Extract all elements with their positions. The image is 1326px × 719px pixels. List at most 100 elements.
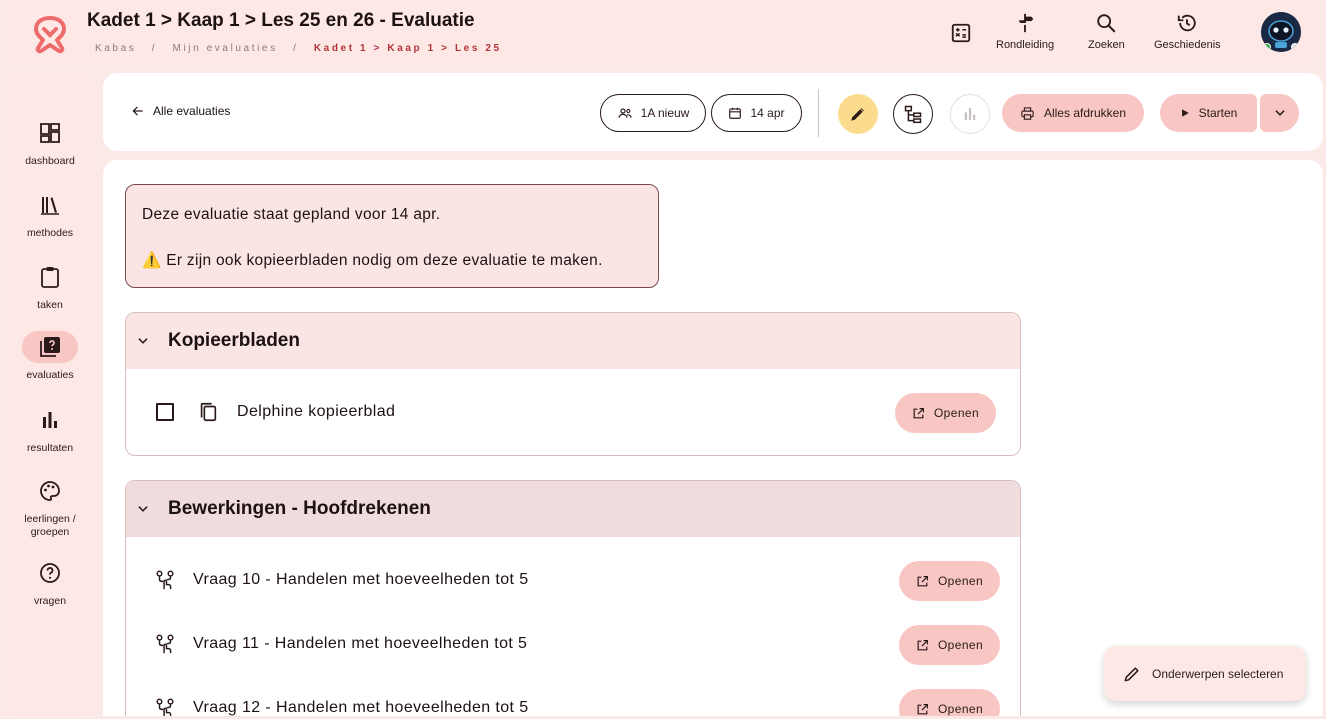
search-icon <box>1097 14 1116 33</box>
chevron-down-icon <box>138 506 148 512</box>
sidebar-item-methodes[interactable]: methodes <box>6 189 94 240</box>
sidebar-item-label: resultaten <box>26 442 74 454</box>
robot-avatar-icon <box>1261 12 1301 52</box>
schedule-notice: Deze evaluatie staat gepland voor 14 apr… <box>125 184 659 288</box>
start-options-dropdown[interactable] <box>1260 94 1299 132</box>
date-selector-button[interactable]: 14 apr <box>711 94 802 132</box>
breadcrumb: Kabas / Mijn evaluaties / Kadet 1 > Kaap… <box>95 43 502 54</box>
breadcrumb-root[interactable]: Kabas <box>95 43 136 54</box>
arrow-left-icon <box>132 106 143 116</box>
section-kopieerbladen: Kopieerbladen Delphine kopieerblad Opene… <box>125 312 1021 456</box>
item-label: Vraag 10 - Handelen met hoeveelheden tot… <box>193 571 529 588</box>
sidebar-item-label: evaluaties <box>26 369 74 381</box>
page-title: Kadet 1 > Kaap 1 > Les 25 en 26 - Evalua… <box>87 10 475 31</box>
bar-chart-icon <box>964 108 976 120</box>
date-label: 14 apr <box>750 106 785 120</box>
quiz-icon <box>40 337 60 357</box>
sidebar: dashboard methodes taken evaluaties resu… <box>6 72 94 717</box>
external-link-icon <box>917 639 928 650</box>
dashboard-icon <box>40 123 60 143</box>
zoeken-label: Zoeken <box>1088 39 1125 51</box>
edit-button[interactable] <box>838 94 878 134</box>
history-icon <box>1178 14 1197 32</box>
results-chart-button[interactable] <box>950 94 990 134</box>
play-icon <box>1181 109 1189 117</box>
sidebar-item-label: dashboard <box>25 155 75 167</box>
list-item: Vraag 10 - Handelen met hoeveelheden tot… <box>126 550 1022 610</box>
evaluation-toolbar: Alle evaluaties 1A nieuw 14 apr Alles af… <box>103 73 1323 151</box>
copy-document-icon <box>200 402 217 422</box>
interactive-exercise-icon <box>156 634 174 654</box>
help-circle-icon <box>40 563 60 583</box>
chevron-down-icon <box>138 338 148 344</box>
notice-line-2: Er zijn ook kopieerbladen nodig om deze … <box>166 252 603 269</box>
calculator-icon <box>951 23 971 43</box>
sidebar-item-resultaten[interactable]: resultaten <box>6 404 94 455</box>
item-label: Delphine kopieerblad <box>237 403 396 420</box>
toolbar-divider <box>818 89 819 137</box>
zoeken-button[interactable]: Zoeken <box>1088 12 1125 51</box>
section-title: Kopieerbladen <box>168 330 300 351</box>
top-bar: Kadet 1 > Kaap 1 > Les 25 en 26 - Evalua… <box>6 0 1320 64</box>
external-link-icon <box>917 575 928 586</box>
list-item: Vraag 12 - Handelen met hoeveelheden tot… <box>126 678 1022 716</box>
open-button[interactable]: Openen <box>899 625 1000 665</box>
section-bewerkingen: Bewerkingen - Hoofdrekenen Vraag 10 - Ha… <box>125 480 1021 716</box>
sidebar-item-dashboard[interactable]: dashboard <box>6 117 94 168</box>
geschiedenis-button[interactable]: Geschiedenis <box>1154 12 1221 51</box>
rondleiding-button[interactable]: Rondleiding <box>996 12 1054 51</box>
avatar[interactable] <box>1261 12 1301 52</box>
open-button[interactable]: Openen <box>895 393 996 433</box>
item-label: Vraag 12 - Handelen met hoeveelheden tot… <box>193 699 529 716</box>
geschiedenis-label: Geschiedenis <box>1154 39 1221 51</box>
warning-icon: ⚠️ <box>142 252 162 269</box>
open-button[interactable]: Openen <box>899 561 1000 601</box>
calculator-button[interactable] <box>950 22 972 49</box>
main-content: Deze evaluatie staat gepland voor 14 apr… <box>103 160 1323 716</box>
select-checkbox[interactable] <box>156 403 174 421</box>
sidebar-item-label: taken <box>37 299 63 311</box>
start-label: Starten <box>1198 106 1238 120</box>
sidebar-item-label: methodes <box>26 227 74 239</box>
group-selector-button[interactable]: 1A nieuw <box>600 94 706 132</box>
back-label: Alle evaluaties <box>153 104 231 118</box>
select-topics-label: Onderwerpen selecteren <box>1152 666 1284 681</box>
sidebar-item-evaluaties[interactable]: evaluaties <box>6 331 94 382</box>
clipboard-icon <box>41 267 59 288</box>
breadcrumb-separator: / <box>293 43 299 54</box>
back-to-evaluations-link[interactable]: Alle evaluaties <box>131 104 230 118</box>
sidebar-item-leerlingen[interactable]: leerlingen / groepen <box>6 475 94 539</box>
list-item: Delphine kopieerblad Openen <box>126 382 1022 442</box>
group-label: 1A nieuw <box>640 106 690 120</box>
start-button[interactable]: Starten <box>1160 94 1257 132</box>
section-header-bewerkingen[interactable]: Bewerkingen - Hoofdrekenen <box>126 481 1020 537</box>
tree-structure-icon <box>904 105 922 124</box>
structure-button[interactable] <box>893 94 933 134</box>
sidebar-item-taken[interactable]: taken <box>6 261 94 312</box>
calendar-icon <box>729 107 742 119</box>
breadcrumb-separator: / <box>151 43 158 54</box>
sidebar-item-label: leerlingen / groepen <box>24 513 76 538</box>
kabas-logo-icon[interactable] <box>28 12 72 56</box>
notice-line-1: Deze evaluatie staat gepland voor 14 apr… <box>142 206 441 223</box>
list-item: Vraag 11 - Handelen met hoeveelheden tot… <box>126 614 1022 674</box>
group-icon <box>618 108 632 118</box>
section-header-kopieerbladen[interactable]: Kopieerbladen <box>126 313 1020 369</box>
print-all-button[interactable]: Alles afdrukken <box>1002 94 1144 132</box>
breadcrumb-my-evaluations[interactable]: Mijn evaluaties <box>173 43 278 54</box>
signpost-icon <box>1018 13 1034 33</box>
item-label: Vraag 11 - Handelen met hoeveelheden tot… <box>193 635 528 652</box>
interactive-exercise-icon <box>156 698 174 716</box>
interactive-exercise-icon <box>156 570 174 590</box>
books-icon <box>41 197 59 215</box>
pencil-icon <box>1124 666 1139 681</box>
select-topics-button[interactable]: Onderwerpen selecteren <box>1104 646 1306 701</box>
pencil-icon <box>851 108 864 121</box>
rondleiding-label: Rondleiding <box>996 39 1055 51</box>
open-label: Openen <box>937 638 984 652</box>
open-button[interactable]: Openen <box>899 689 1000 716</box>
open-label: Openen <box>937 574 984 588</box>
print-all-label: Alles afdrukken <box>1043 106 1127 120</box>
bar-chart-icon <box>43 412 57 428</box>
sidebar-item-vragen[interactable]: vragen <box>6 557 94 608</box>
